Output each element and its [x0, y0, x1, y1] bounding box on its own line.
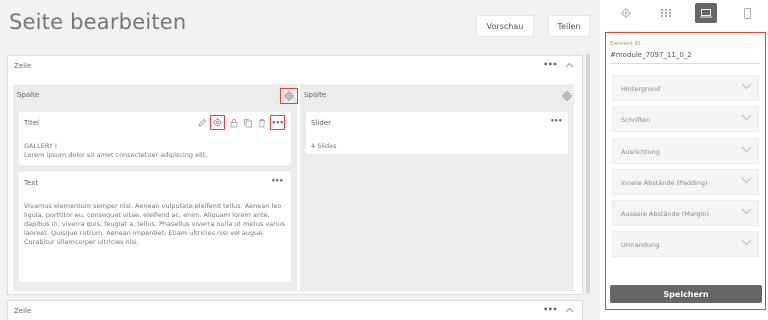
- save-button[interactable]: Speichern: [610, 285, 762, 303]
- gear-icon: [213, 118, 222, 127]
- grid-icon: [661, 9, 671, 17]
- section-margin[interactable]: Aussere Abstände (Margin): [612, 200, 759, 226]
- more-options-icon[interactable]: •••: [543, 60, 557, 69]
- column-settings-button[interactable]: [558, 88, 576, 104]
- slider-count: 4 Slides: [311, 142, 337, 150]
- module-heading-text: GALLERY I: [24, 142, 57, 150]
- section-schriften[interactable]: Schriften: [612, 106, 759, 132]
- element-settings: Element ID #module_7097_11_0_2 Hintergru…: [605, 32, 766, 310]
- tab-desktop[interactable]: [695, 3, 717, 23]
- chevron-down-icon: [741, 239, 752, 246]
- mobile-icon: [743, 7, 751, 19]
- chevron-down-icon: [741, 146, 752, 153]
- more-options-icon: •••: [271, 118, 284, 127]
- module-body-text: Vivamus elementum semper nisi. Aenean vu…: [24, 202, 286, 247]
- tab-mobile[interactable]: [736, 3, 758, 23]
- chevron-down-icon: [741, 83, 752, 90]
- column-label: Spalte: [17, 91, 40, 99]
- more-options-icon[interactable]: •••: [550, 117, 562, 125]
- module-label: Titel: [24, 119, 40, 127]
- scrollbar[interactable]: [586, 54, 590, 294]
- column: Spalte Slider ••• 4 Slides: [300, 84, 574, 291]
- tab-settings[interactable]: [615, 3, 637, 23]
- tab-grid[interactable]: [655, 3, 677, 23]
- edit-icon[interactable]: [196, 117, 207, 128]
- row-header: Zeile •••: [8, 56, 582, 78]
- section-hintergrund[interactable]: Hintergrund: [612, 75, 759, 101]
- module-text[interactable]: Text ••• Vivamus elementum semper nisi. …: [19, 172, 291, 282]
- chevron-up-icon[interactable]: [565, 307, 574, 313]
- more-options-icon[interactable]: •••: [543, 305, 557, 314]
- share-button[interactable]: Teilen: [548, 15, 590, 37]
- element-id-field[interactable]: #module_7097_11_0_2: [610, 51, 692, 59]
- editor-main: Seite bearbeiten Vorschau Teilen Zeile •…: [0, 0, 597, 320]
- page-title: Seite bearbeiten: [9, 10, 187, 34]
- row-card: Zeile •••: [7, 300, 583, 320]
- column-label: Spalte: [304, 91, 327, 99]
- module-label: Text: [24, 179, 39, 187]
- element-id-label: Element ID: [610, 41, 641, 47]
- more-options-icon[interactable]: •••: [271, 177, 283, 185]
- chevron-down-icon: [741, 177, 752, 184]
- device-tabs: [600, 0, 768, 28]
- trash-icon[interactable]: [256, 117, 267, 128]
- module-content: GALLERY I Lorem ipsum dolor sit amet con…: [24, 142, 207, 160]
- row-card: Zeile ••• Spalte Titel ••• GALLERY I Lor…: [7, 55, 583, 295]
- section-padding[interactable]: Innere Abstände (Padding): [612, 169, 759, 195]
- gear-icon: [562, 91, 572, 101]
- module-settings-button[interactable]: [210, 115, 225, 130]
- module-more-button[interactable]: •••: [270, 115, 285, 130]
- row-label: Zeile: [14, 307, 32, 315]
- chevron-down-icon: [741, 208, 752, 215]
- row-label: Zeile: [14, 62, 32, 70]
- settings-panel: Element ID #module_7097_11_0_2 Hintergru…: [600, 0, 768, 320]
- desktop-icon: [700, 8, 712, 17]
- module-label: Slider: [311, 119, 331, 127]
- module-slider[interactable]: Slider ••• 4 Slides: [306, 112, 568, 154]
- chevron-down-icon: [741, 114, 752, 121]
- lock-icon[interactable]: [228, 117, 239, 128]
- gear-icon: [284, 91, 294, 101]
- section-umrandung[interactable]: Umrandung: [612, 231, 759, 257]
- section-ausrichtung[interactable]: Ausrichtung: [612, 138, 759, 164]
- chevron-up-icon[interactable]: [565, 62, 574, 68]
- column-settings-button[interactable]: [280, 88, 298, 104]
- copy-icon[interactable]: [242, 117, 253, 128]
- module-sub-text: Lorem ipsum dolor sit amet consectetuer …: [24, 151, 208, 160]
- column: Spalte Titel ••• GALLERY I Lorem ipsum d…: [13, 84, 298, 291]
- module-titel[interactable]: Titel ••• GALLERY I Lorem ipsum dolor si…: [19, 112, 291, 165]
- gear-icon: [621, 8, 631, 18]
- preview-button[interactable]: Vorschau: [476, 15, 534, 37]
